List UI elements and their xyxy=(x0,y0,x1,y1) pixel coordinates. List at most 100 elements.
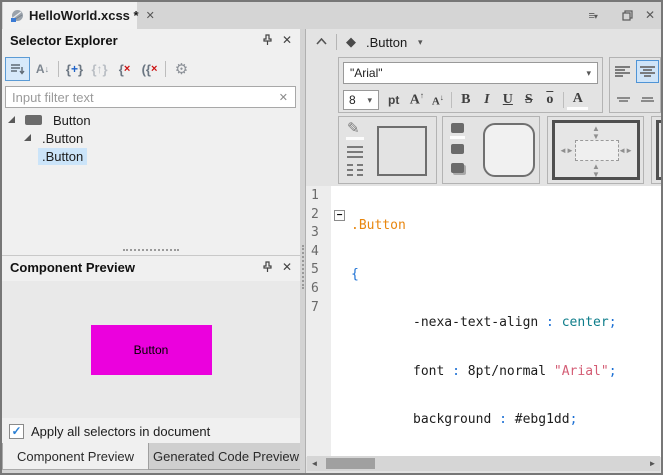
scrollbar-thumb[interactable] xyxy=(326,458,375,469)
italic-button[interactable]: I xyxy=(476,92,497,108)
clear-filter-icon[interactable]: ✕ xyxy=(279,91,295,104)
preview-tab-strip: Component Preview Generated Code Preview xyxy=(2,443,304,470)
selector-combo-caret-icon[interactable]: ▾ xyxy=(418,37,423,48)
pin-icon[interactable] xyxy=(262,34,273,46)
increase-font-size-button[interactable]: A↑ xyxy=(406,91,427,109)
scroll-right-icon[interactable]: ► xyxy=(645,456,660,471)
code-token: center xyxy=(562,315,609,330)
expand-bottom-icon[interactable]: ▼ xyxy=(592,171,600,179)
tree-item-label: .Button xyxy=(38,130,87,147)
line-number: 7 xyxy=(306,300,331,319)
toolbar-separator xyxy=(451,92,452,108)
horizontal-splitter[interactable] xyxy=(2,246,300,253)
selector-explorer-toolbar: A↓ {+} {↑} {× ({× ⚙ xyxy=(5,55,194,83)
solid-lines-icon[interactable] xyxy=(347,146,363,161)
edit-border-icon[interactable]: ✎ xyxy=(347,119,360,137)
line-number: 6 xyxy=(306,281,331,300)
style-editor-panel: ◆ .Button ▾ "Arial" ▾ 8 ▾ pt A↑ A↓ B I U xyxy=(305,29,661,473)
clipped-style-group xyxy=(651,116,661,184)
align-top-button[interactable] xyxy=(616,96,631,104)
add-selector-icon[interactable]: {+} xyxy=(62,57,87,81)
tree-item-dot-button[interactable]: .Button xyxy=(2,129,300,147)
style-boxes-row: ✎ ▲ ▼ ◄ ► ◄ xyxy=(306,116,661,184)
app-window: HelloWorld.xcss * ✕ ≡▾ ✕ Selector Explor… xyxy=(0,0,663,475)
underline-button[interactable]: U xyxy=(497,92,518,108)
code-token: ; xyxy=(570,412,578,427)
code-token: font xyxy=(413,364,444,379)
document-tab-title: HelloWorld.xcss * xyxy=(29,8,139,23)
fold-marker-icon[interactable]: − xyxy=(334,210,345,221)
code-token: ; xyxy=(609,315,617,330)
expander-icon[interactable] xyxy=(7,115,17,125)
font-color-button[interactable]: A xyxy=(567,91,588,110)
preview-button[interactable]: Button xyxy=(91,325,212,375)
tree-item-button[interactable]: Button xyxy=(2,111,300,129)
tab-generated-code-preview[interactable]: Generated Code Preview xyxy=(148,443,304,470)
tab-component-preview[interactable]: Component Preview xyxy=(2,443,148,470)
strikethrough-button[interactable]: S xyxy=(518,92,539,108)
horizontal-scrollbar[interactable]: ◄ ► xyxy=(307,456,660,471)
toolbar-separator xyxy=(58,61,59,77)
tab-close-icon[interactable]: ✕ xyxy=(146,9,155,22)
margin-box[interactable]: ▲ ▼ ◄ ► ◄ ► ▲ ▼ xyxy=(552,120,640,180)
collapse-chevron-icon[interactable] xyxy=(316,38,327,45)
content-dashed-box xyxy=(575,140,619,161)
delete-selector-icon[interactable]: {× xyxy=(112,57,137,81)
align-middle-button[interactable] xyxy=(640,96,655,104)
filter-input[interactable] xyxy=(6,90,279,105)
selector-tree: Button .Button .Button xyxy=(2,111,300,165)
font-family-combo[interactable]: "Arial" ▾ xyxy=(343,62,598,84)
close-panel-icon[interactable]: ✕ xyxy=(282,260,292,274)
sort-alphabetical-icon[interactable]: A↓ xyxy=(30,57,55,81)
corner-option-icon[interactable] xyxy=(451,123,464,133)
move-selector-icon[interactable]: {↑} xyxy=(87,57,112,81)
code-token: : xyxy=(538,315,561,330)
code-token: .Button xyxy=(351,218,406,233)
corner-shadow-icon[interactable] xyxy=(451,163,464,173)
border-preview-box[interactable] xyxy=(377,126,427,176)
line-number: 4 xyxy=(306,244,331,263)
restore-icon[interactable] xyxy=(622,10,633,21)
sort-by-hierarchy-icon[interactable] xyxy=(5,57,30,81)
settings-gear-icon[interactable]: ⚙ xyxy=(169,57,194,81)
decrease-font-size-button[interactable]: A↓ xyxy=(427,93,448,108)
selector-combo[interactable]: .Button xyxy=(366,35,407,50)
apply-selectors-label: Apply all selectors in document xyxy=(31,424,210,439)
align-center-button[interactable] xyxy=(636,60,659,83)
selector-explorer-title: Selector Explorer xyxy=(10,33,118,48)
combo-caret-icon: ▾ xyxy=(367,95,378,106)
apply-selectors-checkbox[interactable]: ✓ xyxy=(9,424,24,439)
margin-padding-group: ▲ ▼ ◄ ► ◄ ► ▲ ▼ xyxy=(547,116,644,184)
delete-all-selectors-icon[interactable]: ({× xyxy=(137,57,162,81)
code-editor[interactable]: 1 2 3 4 5 6 7 − .Button { -nexa-text-ali… xyxy=(306,186,661,457)
font-family-value: "Arial" xyxy=(344,66,586,80)
corner-zoom-icon[interactable] xyxy=(451,144,464,154)
expand-left-icon[interactable]: ► xyxy=(566,147,574,155)
overline-button[interactable]: o xyxy=(539,92,560,108)
close-panel-icon[interactable]: ✕ xyxy=(282,33,292,47)
code-text[interactable]: .Button { -nexa-text-align : center; fon… xyxy=(351,188,661,457)
font-size-combo[interactable]: 8 ▾ xyxy=(343,90,379,110)
document-tab[interactable]: HelloWorld.xcss * ✕ xyxy=(3,2,137,29)
tree-item-label: .Button xyxy=(38,148,87,165)
code-token: 8pt/normal xyxy=(468,364,554,379)
shrink-right-icon[interactable]: ► xyxy=(625,147,633,155)
line-number: 2 xyxy=(306,207,331,226)
expander-icon[interactable] xyxy=(23,133,33,143)
code-token: : xyxy=(444,364,467,379)
code-token: -nexa-text-align xyxy=(413,315,538,330)
align-left-button[interactable] xyxy=(614,65,633,79)
close-icon[interactable]: ✕ xyxy=(645,8,655,22)
pin-icon[interactable] xyxy=(262,261,273,273)
tree-item-dot-button-selected[interactable]: .Button xyxy=(2,147,300,165)
corner-radius-preview-box[interactable] xyxy=(483,123,535,177)
line-number-gutter: 1 2 3 4 5 6 7 xyxy=(306,186,331,457)
component-preview-canvas: Button xyxy=(2,281,300,418)
window-menu-icon[interactable]: ≡▾ xyxy=(589,6,598,24)
bold-button[interactable]: B xyxy=(455,92,476,108)
selector-diamond-icon: ◆ xyxy=(346,34,356,50)
left-dock-panel: Selector Explorer ✕ A↓ {+} xyxy=(2,29,300,443)
dashed-lines-icon[interactable] xyxy=(347,164,363,179)
scroll-left-icon[interactable]: ◄ xyxy=(307,456,322,471)
code-token: background xyxy=(413,412,491,427)
